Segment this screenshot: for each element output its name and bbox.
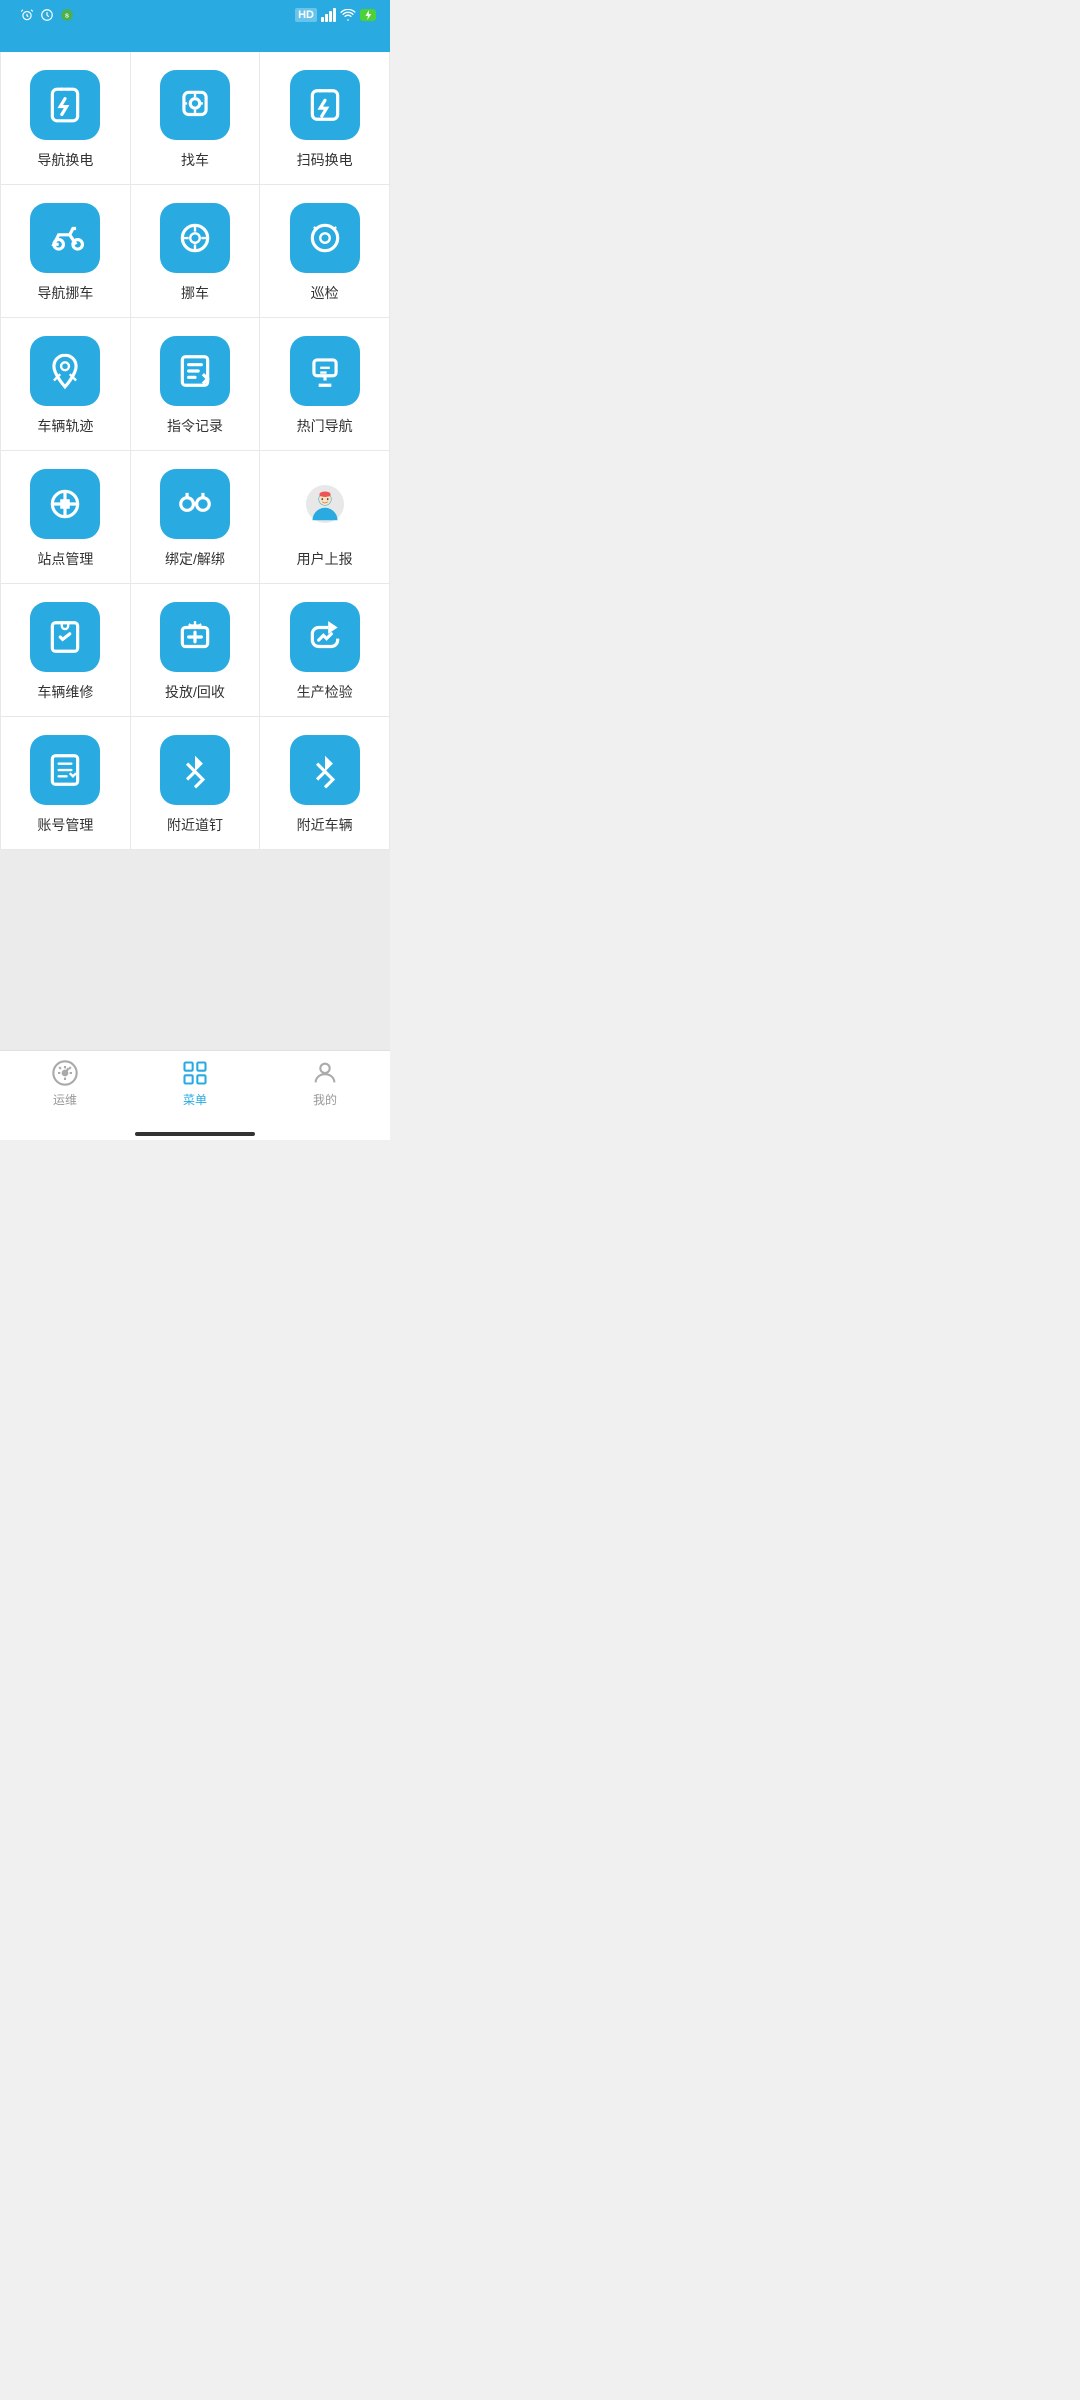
grid-item-move-car[interactable]: 挪车: [131, 185, 261, 318]
grid-label-station-mgmt: 站点管理: [37, 549, 93, 569]
battery-icon: [360, 9, 376, 21]
svg-text:S: S: [65, 13, 69, 19]
icon-wrap-vehicle-repair: [30, 602, 100, 672]
grid-item-find-car[interactable]: 找车: [131, 52, 261, 185]
grid-item-deploy-recycle[interactable]: 投放/回收: [131, 584, 261, 717]
grid-label-scan-battery-swap: 扫码换电: [297, 150, 353, 170]
alarm-icon: [20, 8, 34, 22]
bind-icon: [176, 485, 214, 523]
grid-item-account-mgmt[interactable]: 账号管理: [1, 717, 131, 850]
station-icon: [46, 485, 84, 523]
app-header: [0, 28, 390, 52]
icon-wrap-user-report: [290, 469, 360, 539]
nav-label-mine: 我的: [313, 1091, 337, 1108]
icon-wrap-patrol: [290, 203, 360, 273]
nav-scooter-icon: [46, 219, 84, 257]
green-icon: S: [60, 8, 74, 22]
icon-wrap-nearby-nail: [160, 735, 230, 805]
command-icon: [176, 352, 214, 390]
nav-item-mine[interactable]: 我的: [260, 1059, 390, 1108]
grid-label-bind-unbind: 绑定/解绑: [165, 549, 225, 569]
status-right: HD: [295, 8, 376, 22]
person-nav-icon: [311, 1059, 339, 1087]
icon-wrap-find-car: [160, 70, 230, 140]
grid-label-nav-battery-swap: 导航换电: [37, 150, 93, 170]
grid-label-hot-nav: 热门导航: [297, 416, 353, 436]
grid-label-deploy-recycle: 投放/回收: [165, 682, 225, 702]
track-icon: [46, 352, 84, 390]
bottom-nav: 运维 菜单 我的: [0, 1050, 390, 1126]
grid-nav-icon: [181, 1059, 209, 1087]
status-left: S: [14, 8, 74, 22]
production-icon: [306, 618, 344, 656]
grid-item-nav-move-car[interactable]: 导航挪车: [1, 185, 131, 318]
wifi-icon: [340, 9, 356, 21]
move-car-icon: [176, 219, 214, 257]
grid-item-user-report[interactable]: 用户上报: [260, 451, 390, 584]
grid-label-patrol: 巡检: [311, 283, 339, 303]
grid-label-vehicle-repair: 车辆维修: [37, 682, 93, 702]
icon-wrap-bind-unbind: [160, 469, 230, 539]
signal-icon: [321, 8, 336, 22]
grid-item-vehicle-repair[interactable]: 车辆维修: [1, 584, 131, 717]
menu-grid: 导航换电 找车 扫码换电: [0, 52, 390, 850]
clock-icon: [40, 8, 54, 22]
grid-label-nearby-vehicle: 附近车辆: [297, 815, 353, 835]
grid-item-vehicle-track[interactable]: 车辆轨迹: [1, 318, 131, 451]
grid-label-find-car: 找车: [181, 150, 209, 170]
grid-item-command-log[interactable]: 指令记录: [131, 318, 261, 451]
grid-item-station-mgmt[interactable]: 站点管理: [1, 451, 131, 584]
icon-wrap-production-check: [290, 602, 360, 672]
patrol-icon: [306, 219, 344, 257]
icon-wrap-nav-move-car: [30, 203, 100, 273]
speedometer-nav-icon: [51, 1059, 79, 1087]
lightning-icon: [364, 10, 372, 20]
grid-item-nearby-nail[interactable]: 附近道钉: [131, 717, 261, 850]
grid-label-account-mgmt: 账号管理: [37, 815, 93, 835]
user-report-icon: [306, 485, 344, 523]
grid-label-nav-move-car: 导航挪车: [37, 283, 93, 303]
grid-label-nearby-nail: 附近道钉: [167, 815, 223, 835]
grid-item-scan-battery-swap[interactable]: 扫码换电: [260, 52, 390, 185]
icon-wrap-nearby-vehicle: [290, 735, 360, 805]
account-icon: [46, 751, 84, 789]
battery-nav-icon: [46, 86, 84, 124]
grid-item-nav-battery-swap[interactable]: 导航换电: [1, 52, 131, 185]
empty-area: [0, 850, 390, 1050]
status-bar: S HD: [0, 0, 390, 28]
deploy-icon: [176, 618, 214, 656]
home-bar: [135, 1132, 255, 1136]
nav-item-ops[interactable]: 运维: [0, 1059, 130, 1108]
find-car-icon: [176, 86, 214, 124]
grid-item-production-check[interactable]: 生产检验: [260, 584, 390, 717]
icon-wrap-hot-nav: [290, 336, 360, 406]
grid-label-command-log: 指令记录: [167, 416, 223, 436]
icon-wrap-move-car: [160, 203, 230, 273]
icon-wrap-nav-battery-swap: [30, 70, 100, 140]
icon-wrap-station-mgmt: [30, 469, 100, 539]
grid-item-nearby-vehicle[interactable]: 附近车辆: [260, 717, 390, 850]
grid-item-bind-unbind[interactable]: 绑定/解绑: [131, 451, 261, 584]
icon-wrap-account-mgmt: [30, 735, 100, 805]
nav-label-ops: 运维: [53, 1091, 77, 1108]
nav-item-menu[interactable]: 菜单: [130, 1059, 260, 1108]
grid-item-hot-nav[interactable]: 热门导航: [260, 318, 390, 451]
grid-label-move-car: 挪车: [181, 283, 209, 303]
hot-nav-icon: [306, 352, 344, 390]
bluetooth2-icon: [306, 751, 344, 789]
icon-wrap-scan-battery-swap: [290, 70, 360, 140]
grid-label-vehicle-track: 车辆轨迹: [37, 416, 93, 436]
icon-wrap-vehicle-track: [30, 336, 100, 406]
repair-icon: [46, 618, 84, 656]
nav-label-menu: 菜单: [183, 1091, 207, 1108]
hd-badge: HD: [295, 8, 317, 22]
grid-item-patrol[interactable]: 巡检: [260, 185, 390, 318]
icon-wrap-command-log: [160, 336, 230, 406]
icon-wrap-deploy-recycle: [160, 602, 230, 672]
bluetooth-icon: [176, 751, 214, 789]
grid-label-production-check: 生产检验: [297, 682, 353, 702]
scan-battery-icon: [306, 86, 344, 124]
home-indicator: [0, 1126, 390, 1140]
grid-label-user-report: 用户上报: [297, 549, 353, 569]
